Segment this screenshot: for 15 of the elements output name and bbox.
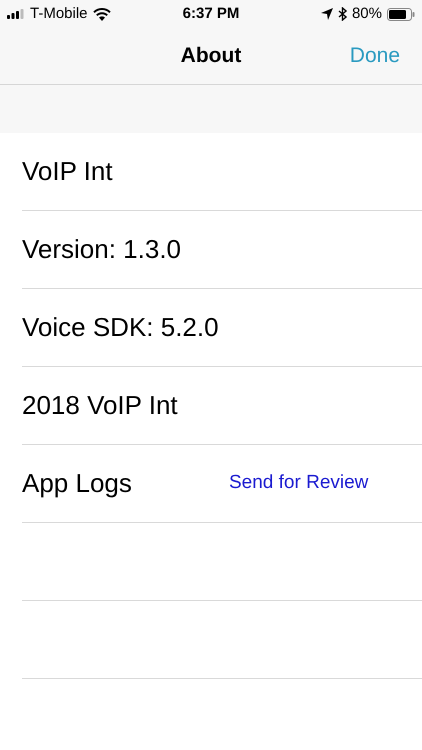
battery-percent: 80% xyxy=(352,4,382,24)
row-label: 2018 VoIP Int xyxy=(22,389,179,422)
signal-icon xyxy=(7,9,25,19)
row-label: VoIP Int xyxy=(22,155,114,188)
location-arrow-icon xyxy=(320,8,333,20)
bluetooth-icon xyxy=(338,7,347,21)
clock-time: 6:37 PM xyxy=(182,4,240,24)
row-label: App Logs xyxy=(22,467,133,500)
row-label: Voice SDK: 5.2.0 xyxy=(22,311,220,344)
wifi-icon xyxy=(92,8,111,20)
carrier-name: T-Mobile xyxy=(30,4,88,24)
send-for-review-link[interactable]: Send for Review xyxy=(229,469,368,498)
row-label: Version: 1.3.0 xyxy=(22,233,182,266)
battery-icon xyxy=(387,8,415,20)
nav-title: About xyxy=(180,43,242,70)
